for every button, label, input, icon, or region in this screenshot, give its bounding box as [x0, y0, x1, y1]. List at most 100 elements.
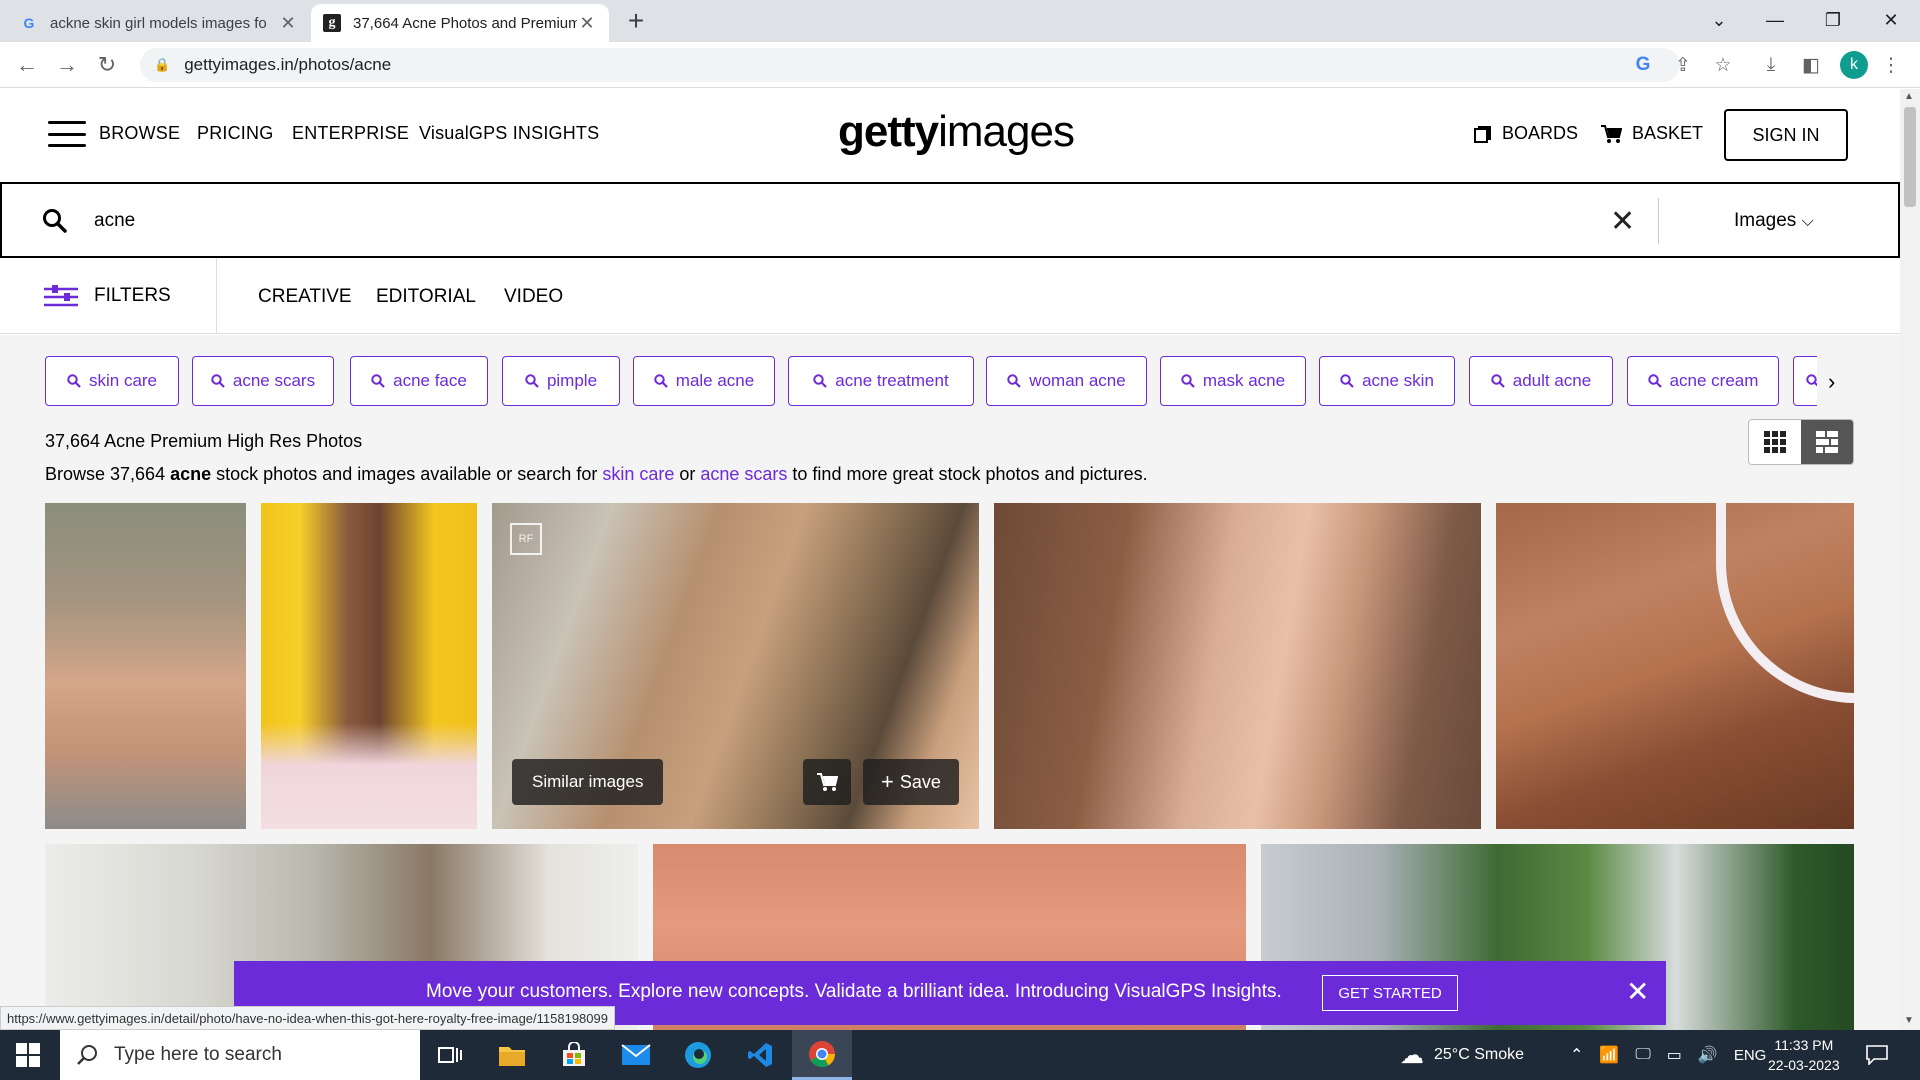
save-button[interactable]: + Save [863, 759, 959, 805]
tab-search-icon[interactable]: ⌄ [1690, 0, 1748, 40]
vscode-icon[interactable] [730, 1030, 790, 1080]
add-to-cart-button[interactable] [803, 759, 851, 805]
edge-browser-icon[interactable] [668, 1030, 728, 1080]
share-icon[interactable]: ⇪ [1670, 52, 1696, 78]
page-scrollbar[interactable]: ▲ ▼ [1900, 89, 1920, 1030]
bookmark-star-icon[interactable]: ☆ [1710, 52, 1736, 78]
clock[interactable]: 11:33 PM 22-03-2023 [1768, 1035, 1840, 1075]
nav-browse[interactable]: BROWSE [99, 123, 180, 144]
clear-search-icon[interactable]: ✕ [1610, 204, 1635, 239]
nav-visualgps[interactable]: VisualGPS INSIGHTS [419, 123, 599, 144]
related-search-chip[interactable]: ac [1793, 356, 1817, 406]
battery-icon[interactable]: ▭ [1667, 1045, 1682, 1065]
profile-avatar[interactable]: k [1840, 51, 1868, 79]
get-started-button[interactable]: GET STARTED [1322, 975, 1458, 1011]
related-search-chip[interactable]: pimple [502, 356, 620, 406]
skin-care-link[interactable]: skin care [602, 464, 674, 484]
browser-tab-getty[interactable]: g 37,664 Acne Photos and Premium ✕ [311, 4, 609, 42]
language-indicator[interactable]: ENG [1734, 1047, 1767, 1064]
windows-start-icon[interactable] [16, 1043, 40, 1072]
browser-tab-bar: G ackne skin girl models images fo ✕ g 3… [0, 0, 1920, 42]
boards-icon [1474, 125, 1491, 143]
search-icon [654, 374, 668, 388]
back-icon[interactable]: ← [12, 50, 42, 80]
search-icon [1340, 374, 1354, 388]
nav-enterprise[interactable]: ENTERPRISE [292, 123, 409, 144]
network-icon[interactable]: 📶 [1599, 1045, 1619, 1065]
side-panel-icon[interactable]: ◧ [1798, 52, 1824, 78]
result-image-hovered[interactable]: RF Similar images + Save [492, 503, 979, 829]
download-icon[interactable]: ⤓ [1758, 52, 1784, 78]
minimize-button[interactable]: — [1746, 0, 1804, 40]
nav-pricing[interactable]: PRICING [197, 123, 273, 144]
windows-taskbar: Type here to search ☁ 25°C Smoke ⌃ 📶 🖵 ▭… [0, 1030, 1920, 1080]
sign-in-button[interactable]: SIGN IN [1724, 109, 1848, 161]
close-tab-icon[interactable]: ✕ [278, 13, 298, 34]
close-icon[interactable]: ✕ [1626, 975, 1649, 1008]
scroll-up-icon[interactable]: ▲ [1904, 91, 1914, 102]
acne-scars-link[interactable]: acne scars [700, 464, 787, 484]
divider [1658, 198, 1659, 244]
volume-icon[interactable]: 🔊 [1698, 1045, 1718, 1065]
url-field[interactable]: 🔒 gettyimages.in/photos/acne [140, 48, 1680, 82]
related-search-chip[interactable]: skin care [45, 356, 179, 406]
tab-creative[interactable]: CREATIVE [258, 286, 352, 308]
reload-icon[interactable]: ↻ [92, 50, 122, 80]
task-view-icon[interactable] [420, 1030, 480, 1080]
taskbar-search-field[interactable]: Type here to search [60, 1030, 420, 1080]
mail-icon[interactable] [606, 1030, 666, 1080]
filters-button[interactable]: FILTERS [44, 284, 171, 308]
media-type-dropdown[interactable]: Images ⌵ [1734, 210, 1814, 232]
tab-title: 37,664 Acne Photos and Premium [353, 14, 577, 32]
result-image[interactable] [994, 503, 1481, 829]
related-search-chip[interactable]: acne cream [1627, 356, 1779, 406]
search-icon[interactable] [42, 208, 68, 239]
new-tab-button[interactable]: + [620, 6, 652, 38]
address-bar-row: ← → ↻ 🔒 gettyimages.in/photos/acne G ⇪ ☆… [0, 42, 1920, 88]
chevron-right-icon[interactable]: › [1828, 369, 1835, 395]
scrollbar-thumb[interactable] [1904, 107, 1916, 207]
search-input[interactable]: acne [94, 210, 135, 232]
related-search-chip[interactable]: acne skin [1319, 356, 1455, 406]
browser-tab-google[interactable]: G ackne skin girl models images fo ✕ [8, 4, 310, 42]
google-icon: G [23, 15, 35, 31]
basket-link[interactable]: BASKET [1600, 123, 1703, 144]
related-search-chip[interactable]: acne treatment [788, 356, 974, 406]
chrome-icon[interactable] [792, 1030, 852, 1080]
gettyimages-logo[interactable]: gettyimages [838, 107, 1075, 157]
weather-smoke-icon: ☁ [1400, 1041, 1424, 1069]
related-search-chip[interactable]: mask acne [1160, 356, 1306, 406]
related-searches: skin care acne scars acne face pimple ma… [45, 356, 1817, 406]
menu-kebab-icon[interactable]: ⋮ [1878, 52, 1904, 78]
grid-view-icon[interactable] [1749, 420, 1801, 464]
related-search-chip[interactable]: adult acne [1469, 356, 1613, 406]
cart-icon [1601, 124, 1622, 143]
notifications-icon[interactable] [1866, 1030, 1888, 1080]
chevron-up-icon[interactable]: ⌃ [1570, 1045, 1583, 1065]
weather-widget[interactable]: ☁ 25°C Smoke [1400, 1030, 1524, 1080]
related-search-chip[interactable]: male acne [633, 356, 775, 406]
display-icon[interactable]: 🖵 [1635, 1046, 1650, 1064]
boards-link[interactable]: BOARDS [1474, 123, 1578, 144]
maximize-button[interactable]: ❐ [1804, 0, 1862, 40]
related-search-chip[interactable]: acne scars [192, 356, 334, 406]
search-icon [67, 374, 81, 388]
file-explorer-icon[interactable] [482, 1030, 542, 1080]
result-image[interactable] [261, 503, 477, 829]
tab-editorial[interactable]: EDITORIAL [376, 286, 476, 308]
close-window-button[interactable]: ✕ [1862, 0, 1920, 40]
hamburger-menu-icon[interactable] [48, 121, 86, 147]
mosaic-view-icon[interactable] [1801, 420, 1853, 464]
result-image[interactable] [45, 503, 246, 829]
google-lens-icon[interactable]: G [1630, 52, 1656, 78]
tab-video[interactable]: VIDEO [504, 286, 563, 308]
scroll-down-icon[interactable]: ▼ [1904, 1015, 1914, 1026]
result-image[interactable] [1496, 503, 1854, 829]
search-icon [77, 1045, 97, 1065]
related-search-chip[interactable]: woman acne [986, 356, 1147, 406]
microsoft-store-icon[interactable] [544, 1030, 604, 1080]
close-tab-icon[interactable]: ✕ [577, 13, 597, 34]
forward-icon[interactable]: → [52, 50, 82, 80]
related-search-chip[interactable]: acne face [350, 356, 488, 406]
similar-images-button[interactable]: Similar images [512, 759, 664, 805]
